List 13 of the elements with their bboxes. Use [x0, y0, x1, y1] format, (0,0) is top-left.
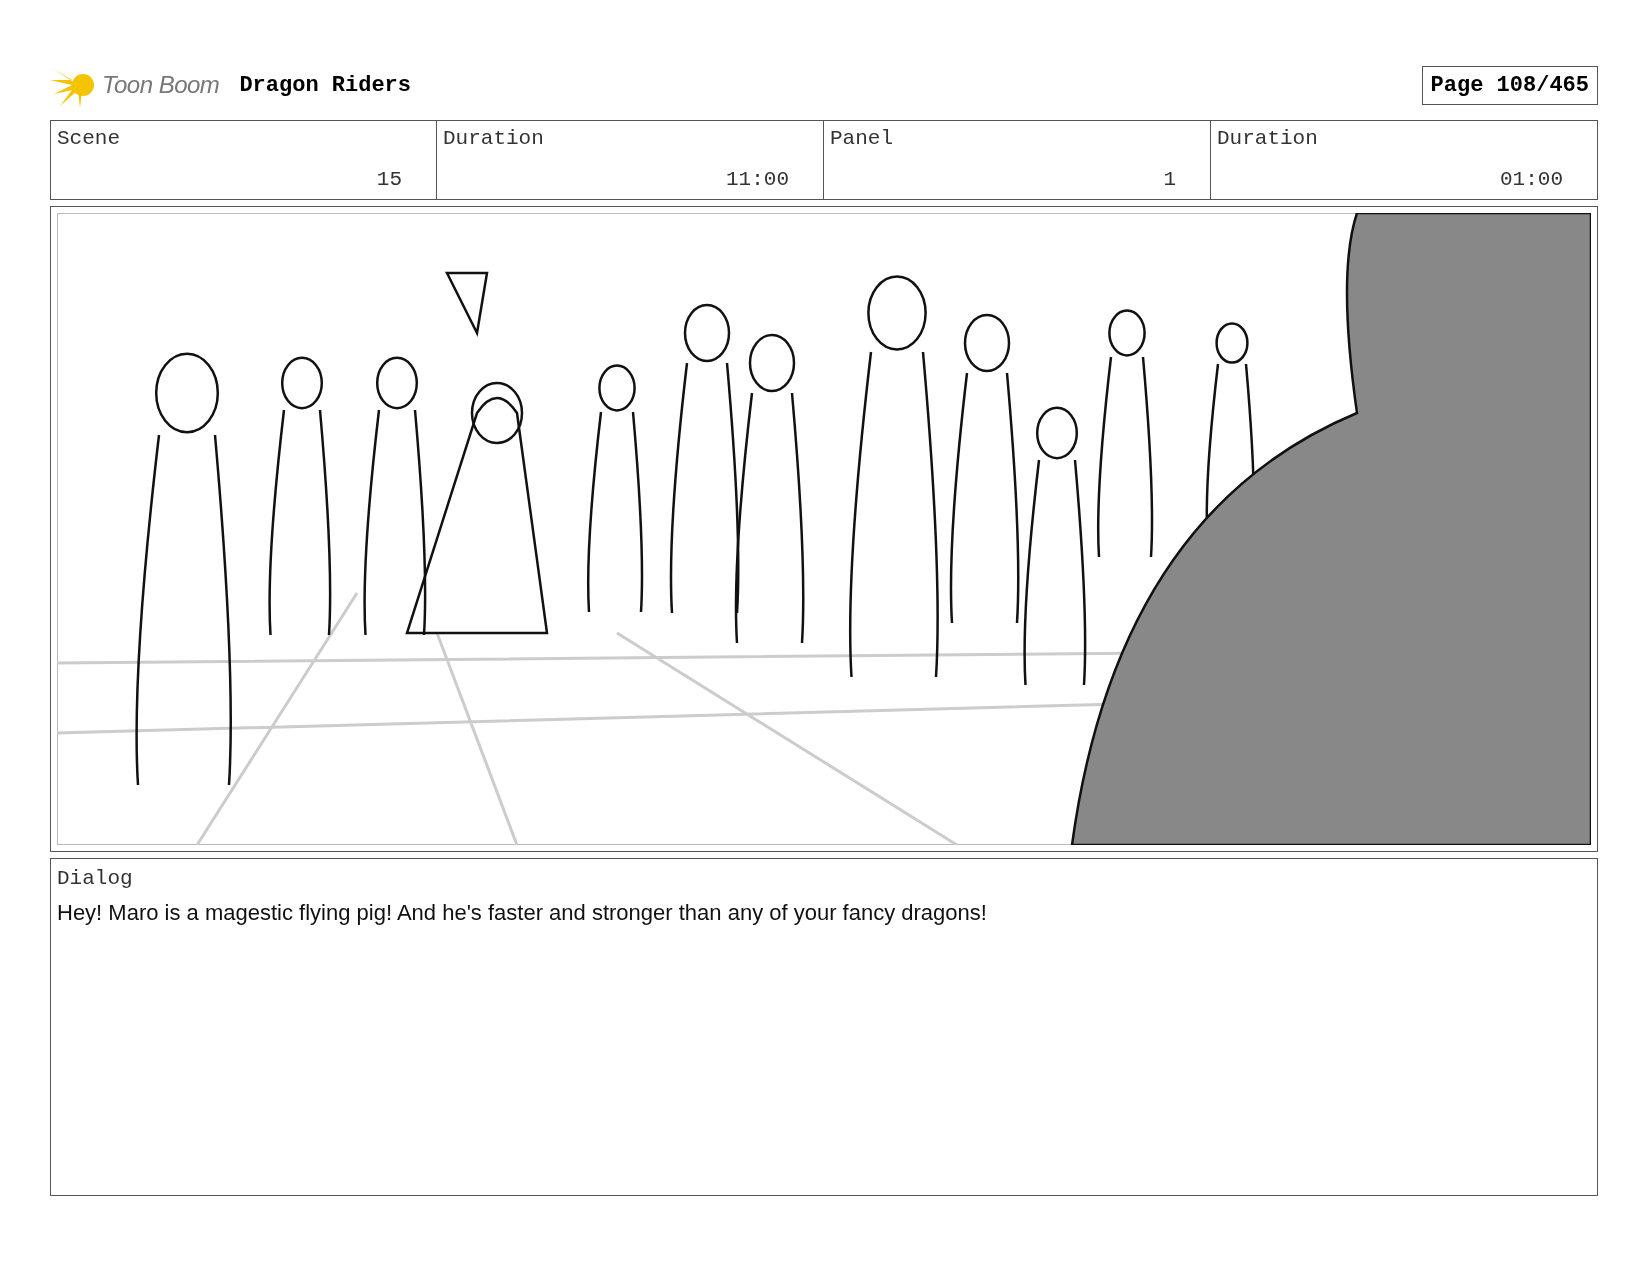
dialog-text: Hey! Maro is a magestic flying pig! And he's faster and stronger than any of your fancy dragons!: [57, 900, 988, 926]
field-value: 1: [1163, 168, 1176, 191]
field-label: Scene: [57, 127, 121, 150]
field-value: 15: [376, 168, 402, 191]
field-value: 11:00: [726, 168, 789, 191]
brand-name: Toon Boom: [102, 71, 220, 99]
dialog-label: Dialog: [57, 867, 134, 890]
project-title: Dragon Riders: [239, 72, 411, 98]
field-label: Panel: [830, 127, 894, 150]
page-number: Page 108/465: [1421, 65, 1598, 105]
field-label: Duration: [443, 127, 545, 150]
field-value: 01:00: [1500, 168, 1563, 191]
field-label: Duration: [1217, 127, 1319, 150]
